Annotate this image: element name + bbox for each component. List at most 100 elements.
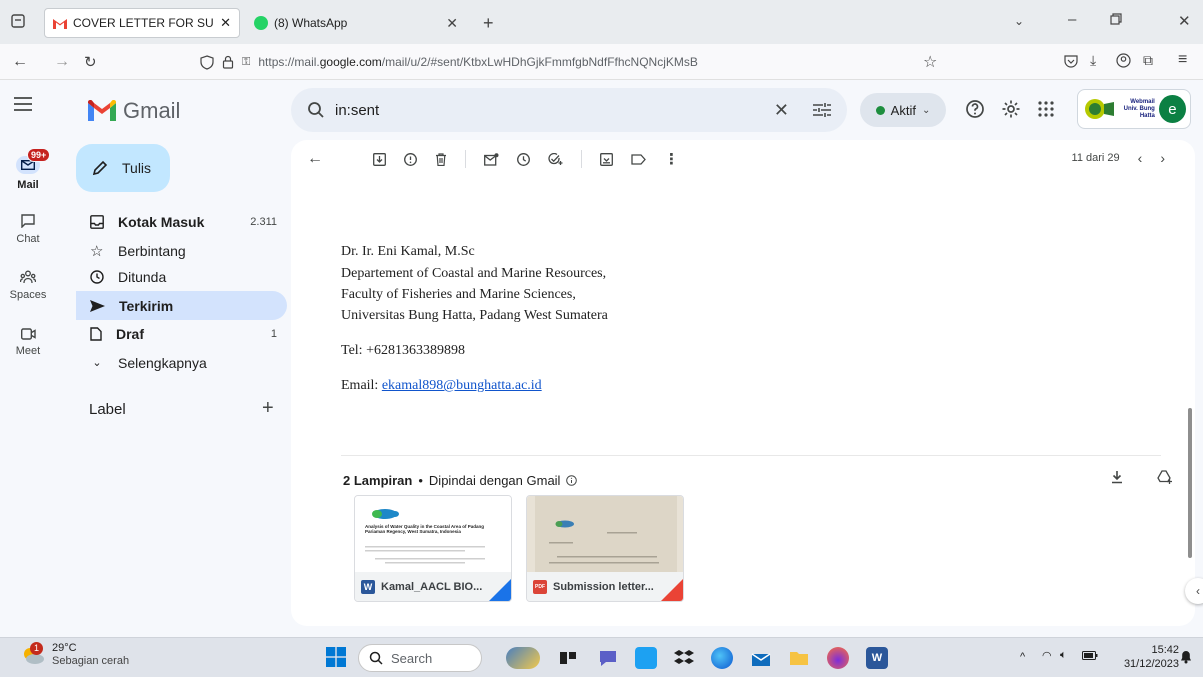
maximize-icon[interactable] xyxy=(1110,13,1122,25)
attachment-card-docx[interactable]: Analysis of Water Quality in the Coastal… xyxy=(354,495,512,602)
gmail-favicon-icon xyxy=(53,18,67,29)
permissions-icon[interactable]: ⚿ xyxy=(242,56,250,69)
pocket-icon[interactable] xyxy=(1064,54,1078,68)
forward-arrow-icon[interactable]: → xyxy=(54,53,70,71)
move-to-icon[interactable] xyxy=(600,152,613,166)
report-spam-icon[interactable] xyxy=(404,152,417,166)
windows-start-icon[interactable] xyxy=(326,647,346,667)
clear-search-icon[interactable]: ✕ xyxy=(774,100,789,121)
apps-grid-icon[interactable] xyxy=(1038,101,1054,117)
extensions-icon[interactable]: ⧉ xyxy=(1143,52,1153,69)
label-tag-icon[interactable] xyxy=(631,153,646,165)
archive-icon[interactable] xyxy=(373,152,386,166)
attachment-card-pdf[interactable]: PDF Submission letter... xyxy=(526,495,684,602)
nav-item-snoozed[interactable]: Ditunda xyxy=(76,262,287,291)
rail-chat[interactable]: Chat xyxy=(0,214,56,245)
nav-item-sent[interactable]: Terkirim xyxy=(76,291,287,320)
download-all-icon[interactable] xyxy=(1111,470,1123,484)
close-tab-icon[interactable]: ✕ xyxy=(446,15,458,32)
nav-item-more[interactable]: ⌄ Selengkapnya xyxy=(76,348,287,377)
info-icon[interactable] xyxy=(566,475,578,486)
minimize-icon[interactable]: – xyxy=(1068,11,1076,28)
tab-cover-letter[interactable]: COVER LETTER FOR SUBMISSIO ✕ xyxy=(44,8,240,38)
signature-tel: Tel: +6281363389898 xyxy=(341,343,465,358)
nav-item-inbox[interactable]: Kotak Masuk 2.311 xyxy=(76,207,287,236)
send-icon xyxy=(90,299,105,312)
more-options-icon[interactable]: ⋮ xyxy=(664,150,679,168)
battery-icon[interactable] xyxy=(1082,651,1098,660)
bookmark-star-icon[interactable]: ☆ xyxy=(923,52,937,72)
tab-whatsapp[interactable]: (8) WhatsApp ✕ xyxy=(246,8,466,38)
rail-spaces[interactable]: Spaces xyxy=(0,270,56,301)
add-label-icon[interactable]: + xyxy=(262,397,274,420)
compose-button[interactable]: Tulis xyxy=(76,144,170,192)
word-app-icon[interactable]: W xyxy=(866,647,888,669)
taskbar-search[interactable]: Search xyxy=(358,644,482,672)
mail-search-bar[interactable]: in:sent ✕ xyxy=(291,88,847,132)
edge-browser-icon[interactable] xyxy=(711,647,733,669)
rail-meet[interactable]: Meet xyxy=(0,328,56,357)
mark-unread-icon[interactable] xyxy=(484,152,499,166)
notification-badge: 1 xyxy=(30,642,43,655)
search-options-icon[interactable] xyxy=(813,102,831,118)
status-active-button[interactable]: Aktif ⌄ xyxy=(860,93,946,127)
account-icon[interactable] xyxy=(1116,53,1131,68)
mobile-app-icon[interactable] xyxy=(635,647,657,669)
whatsapp-icon xyxy=(254,16,268,30)
notification-bell-icon[interactable] xyxy=(1180,650,1192,664)
mail-app-icon[interactable] xyxy=(750,647,772,669)
help-icon[interactable] xyxy=(965,99,985,119)
tray-overflow-icon[interactable]: ^ xyxy=(1020,651,1025,663)
add-task-icon[interactable] xyxy=(548,152,563,166)
task-view-icon[interactable] xyxy=(557,647,579,669)
settings-gear-icon[interactable] xyxy=(1001,99,1021,119)
nav-item-starred[interactable]: ☆ Berbintang xyxy=(76,236,287,265)
avatar[interactable]: e xyxy=(1158,95,1186,123)
wifi-icon[interactable]: ◠ xyxy=(1042,649,1052,662)
message-scrollbar[interactable] xyxy=(1188,408,1192,558)
chat-icon xyxy=(21,214,35,228)
weather-text: 29°C Sebagian cerah xyxy=(52,642,129,668)
firefox-icon[interactable] xyxy=(827,647,849,669)
search-icon[interactable] xyxy=(307,101,325,119)
labels-header: Label xyxy=(89,401,126,418)
reload-icon[interactable]: ↻ xyxy=(84,53,97,71)
nav-count: 1 xyxy=(270,327,277,340)
pencil-icon xyxy=(92,160,108,176)
add-to-drive-icon[interactable] xyxy=(1157,470,1173,484)
gmail-logo-icon[interactable] xyxy=(88,100,116,121)
close-window-icon[interactable]: ✕ xyxy=(1178,12,1191,30)
download-icon[interactable]: ⤓ xyxy=(1090,52,1096,69)
new-tab-icon[interactable]: + xyxy=(483,13,494,34)
hamburger-menu-icon[interactable]: ≡ xyxy=(1178,51,1187,69)
trash-icon[interactable] xyxy=(435,152,447,166)
dropbox-icon[interactable] xyxy=(673,647,695,669)
back-arrow-icon[interactable]: ← xyxy=(12,53,28,71)
search-input[interactable]: in:sent xyxy=(335,102,764,119)
email-link[interactable]: ekamal898@bunghatta.ac.id xyxy=(382,378,542,393)
attachments-divider xyxy=(341,455,1161,456)
email-label: Email: xyxy=(341,378,382,393)
nav-item-drafts[interactable]: Draf 1 xyxy=(76,319,287,348)
shield-icon xyxy=(200,54,214,70)
chevron-down-icon[interactable]: ⌄ xyxy=(1014,14,1024,28)
close-tab-icon[interactable]: ✕ xyxy=(220,15,231,31)
nav-label: Selengkapnya xyxy=(118,354,207,371)
weather-widget[interactable]: 1 29°C Sebagian cerah xyxy=(20,642,129,668)
video-camera-icon xyxy=(20,328,36,340)
main-menu-icon[interactable] xyxy=(14,97,32,111)
back-arrow-icon[interactable]: ← xyxy=(307,150,323,168)
prev-chevron-icon[interactable]: ‹ xyxy=(1138,150,1143,166)
widgets-app-icon[interactable] xyxy=(506,647,540,669)
file-explorer-icon[interactable] xyxy=(788,647,810,669)
rail-mail[interactable]: 99+ Mail xyxy=(0,148,56,191)
url-bar[interactable]: ⚿ https://mail.google.com/mail/u/2/#sent… xyxy=(200,49,950,75)
tab-list-icon[interactable] xyxy=(10,13,26,29)
next-chevron-icon[interactable]: › xyxy=(1160,150,1165,166)
signature-name: Dr. Ir. Eni Kamal, M.Sc xyxy=(341,244,475,259)
account-switcher[interactable]: Webmail Univ. Bung Hatta e xyxy=(1077,89,1191,129)
volume-icon[interactable]: 🔈︎ xyxy=(1060,649,1067,662)
chat-app-icon[interactable] xyxy=(597,647,619,669)
system-clock[interactable]: 15:42 31/12/2023 xyxy=(1124,643,1179,671)
snooze-clock-icon[interactable] xyxy=(517,152,530,166)
